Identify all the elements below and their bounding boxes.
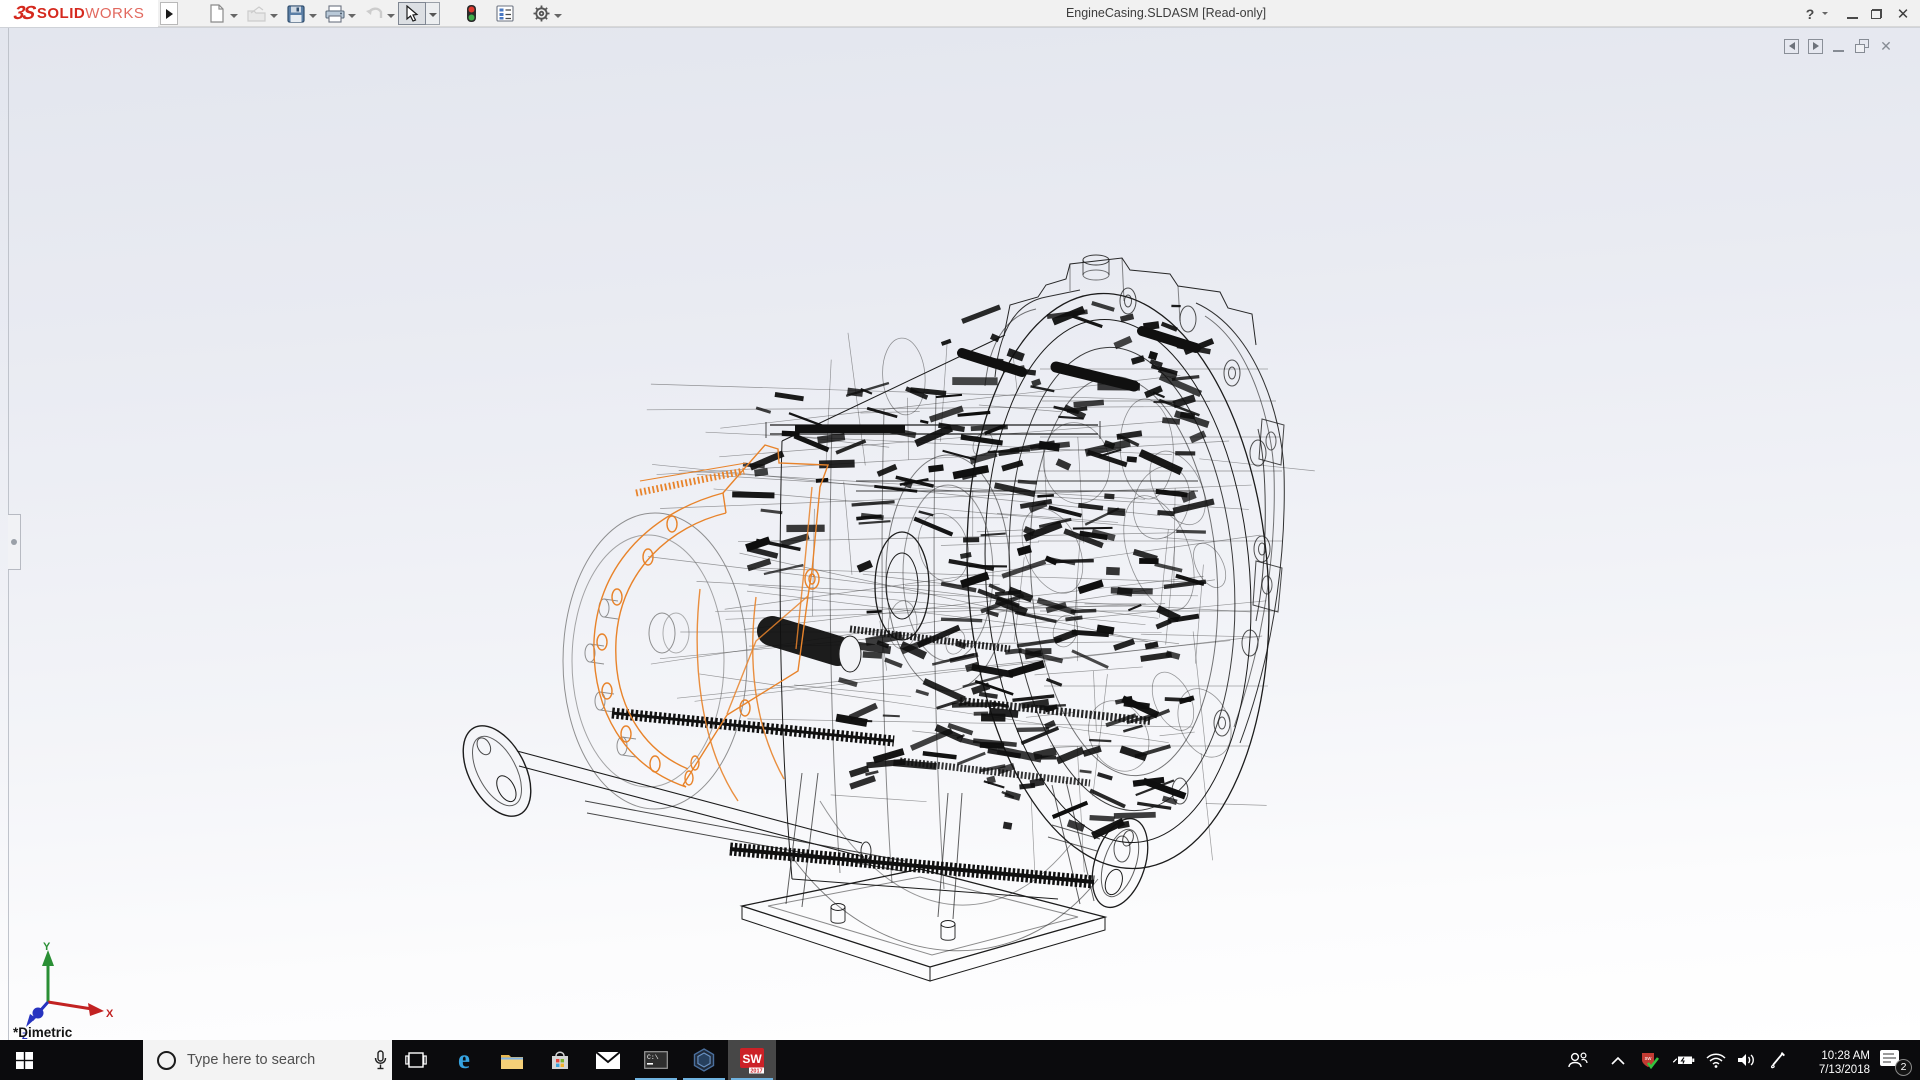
select-arrow-icon <box>405 5 419 22</box>
cortana-icon[interactable] <box>157 1051 176 1070</box>
undo-dropdown-caret[interactable] <box>385 11 395 21</box>
view-stoplight-button[interactable] <box>460 3 482 24</box>
edge-icon: e <box>458 1044 470 1075</box>
search-input[interactable] <box>187 1052 374 1068</box>
view-orientation-label: *Dimetric <box>13 1025 72 1040</box>
file-explorer-icon <box>500 1051 524 1070</box>
triangle-right-icon <box>166 9 173 19</box>
y-axis-label: Y <box>43 941 51 953</box>
task-view-button[interactable] <box>392 1040 440 1080</box>
stoplight-icon <box>466 4 477 23</box>
display-report-button[interactable] <box>494 3 516 24</box>
save-floppy-icon <box>287 5 305 23</box>
new-document-icon <box>208 4 226 23</box>
wifi-tray-button[interactable] <box>1701 1040 1731 1080</box>
people-icon <box>1567 1051 1589 1069</box>
clock[interactable]: 10:28 AM 7/13/2018 <box>1798 1040 1870 1080</box>
command-prompt-button[interactable]: C:\ <box>632 1040 680 1080</box>
options-dropdown-caret[interactable] <box>552 11 562 21</box>
battery-tray-button[interactable] <box>1668 1040 1698 1080</box>
sw-shield-check-icon: sw <box>1640 1051 1660 1070</box>
save-dropdown-caret[interactable] <box>307 11 317 21</box>
brand-solid: SOLID <box>37 5 85 22</box>
taskbar-search[interactable] <box>143 1040 392 1080</box>
document-title: EngineCasing.SLDASM [Read-only] <box>1066 0 1266 27</box>
people-button[interactable] <box>1563 1040 1593 1080</box>
file-explorer-button[interactable] <box>488 1040 536 1080</box>
help-dropdown-caret[interactable] <box>1822 12 1830 20</box>
open-folder-icon <box>247 5 267 23</box>
close-button[interactable]: ✕ <box>1892 0 1914 27</box>
store-button[interactable] <box>536 1040 584 1080</box>
print-icon <box>325 5 345 23</box>
action-center-button[interactable]: 2 <box>1874 1040 1912 1080</box>
new-document-button[interactable] <box>206 3 228 24</box>
open-button[interactable] <box>246 3 268 24</box>
show-hidden-icons-button[interactable] <box>1603 1040 1633 1080</box>
undo-button[interactable] <box>363 3 385 24</box>
graphics-viewport[interactable]: ✕ <box>0 27 1920 1040</box>
sw-letters: SW <box>742 1052 762 1066</box>
pen-icon <box>1769 1051 1787 1069</box>
screen: 3SSOLIDWORKS <box>0 0 1920 1080</box>
select-dropdown-caret[interactable] <box>426 2 440 25</box>
print-button[interactable] <box>324 3 346 24</box>
clock-date: 7/13/2018 <box>1798 1063 1870 1077</box>
minimize-icon <box>1847 17 1858 19</box>
solidworks-app-icon: SW 2017 <box>739 1047 765 1074</box>
hexagon-app-button[interactable] <box>680 1040 728 1080</box>
sw-year: 2017 <box>750 1068 762 1074</box>
minimize-button[interactable] <box>1842 0 1862 27</box>
microphone-icon[interactable] <box>374 1050 387 1070</box>
x-axis-arrow <box>88 1003 104 1016</box>
chevron-up-icon <box>1611 1056 1625 1065</box>
engine-casing-model[interactable] <box>0 28 1920 1041</box>
help-button[interactable]: ? <box>1800 0 1820 27</box>
pen-tray-button[interactable] <box>1763 1040 1793 1080</box>
brand-works: WORKS <box>85 5 144 22</box>
new-dropdown-caret[interactable] <box>228 11 238 21</box>
battery-charging-icon <box>1671 1053 1695 1067</box>
titlebar: 3SSOLIDWORKS <box>0 0 1920 27</box>
command-prompt-icon: C:\ <box>644 1051 668 1069</box>
store-icon <box>549 1050 571 1071</box>
task-view-icon <box>405 1050 427 1070</box>
mail-icon <box>596 1052 620 1069</box>
clock-time: 10:28 AM <box>1798 1049 1870 1063</box>
windows-taskbar: e C:\ SW 2017 sw <box>0 1040 1920 1080</box>
open-dropdown-caret[interactable] <box>268 11 278 21</box>
left-pedal <box>449 715 544 828</box>
gear-icon <box>532 4 551 23</box>
solidworks-monitor-tray-button[interactable]: sw <box>1635 1040 1665 1080</box>
start-button[interactable] <box>0 1040 48 1080</box>
ds-3s-icon: 3S <box>11 3 35 25</box>
edge-button[interactable]: e <box>440 1040 488 1080</box>
x-axis-label: X <box>106 1008 114 1020</box>
wifi-icon <box>1706 1053 1726 1068</box>
options-button[interactable] <box>530 3 552 24</box>
solidworks-taskbar-button[interactable]: SW 2017 <box>728 1040 776 1080</box>
windows-logo-icon <box>16 1052 33 1069</box>
notification-badge: 2 <box>1895 1059 1912 1076</box>
undo-arrow-icon <box>364 5 384 22</box>
svg-text:C:\: C:\ <box>647 1054 659 1061</box>
mail-button[interactable] <box>584 1040 632 1080</box>
solidworks-logo: 3SSOLIDWORKS <box>0 0 158 27</box>
save-button[interactable] <box>285 3 307 24</box>
select-tool-button[interactable] <box>398 2 426 25</box>
restore-icon <box>1871 9 1882 19</box>
svg-text:sw: sw <box>1645 1056 1652 1062</box>
volume-tray-button[interactable] <box>1731 1040 1761 1080</box>
print-dropdown-caret[interactable] <box>346 11 356 21</box>
menu-expand-button[interactable] <box>160 2 178 25</box>
restore-button[interactable] <box>1866 0 1886 27</box>
hexagon-app-icon <box>692 1048 716 1072</box>
speaker-icon <box>1737 1052 1756 1068</box>
display-report-icon <box>496 5 514 22</box>
